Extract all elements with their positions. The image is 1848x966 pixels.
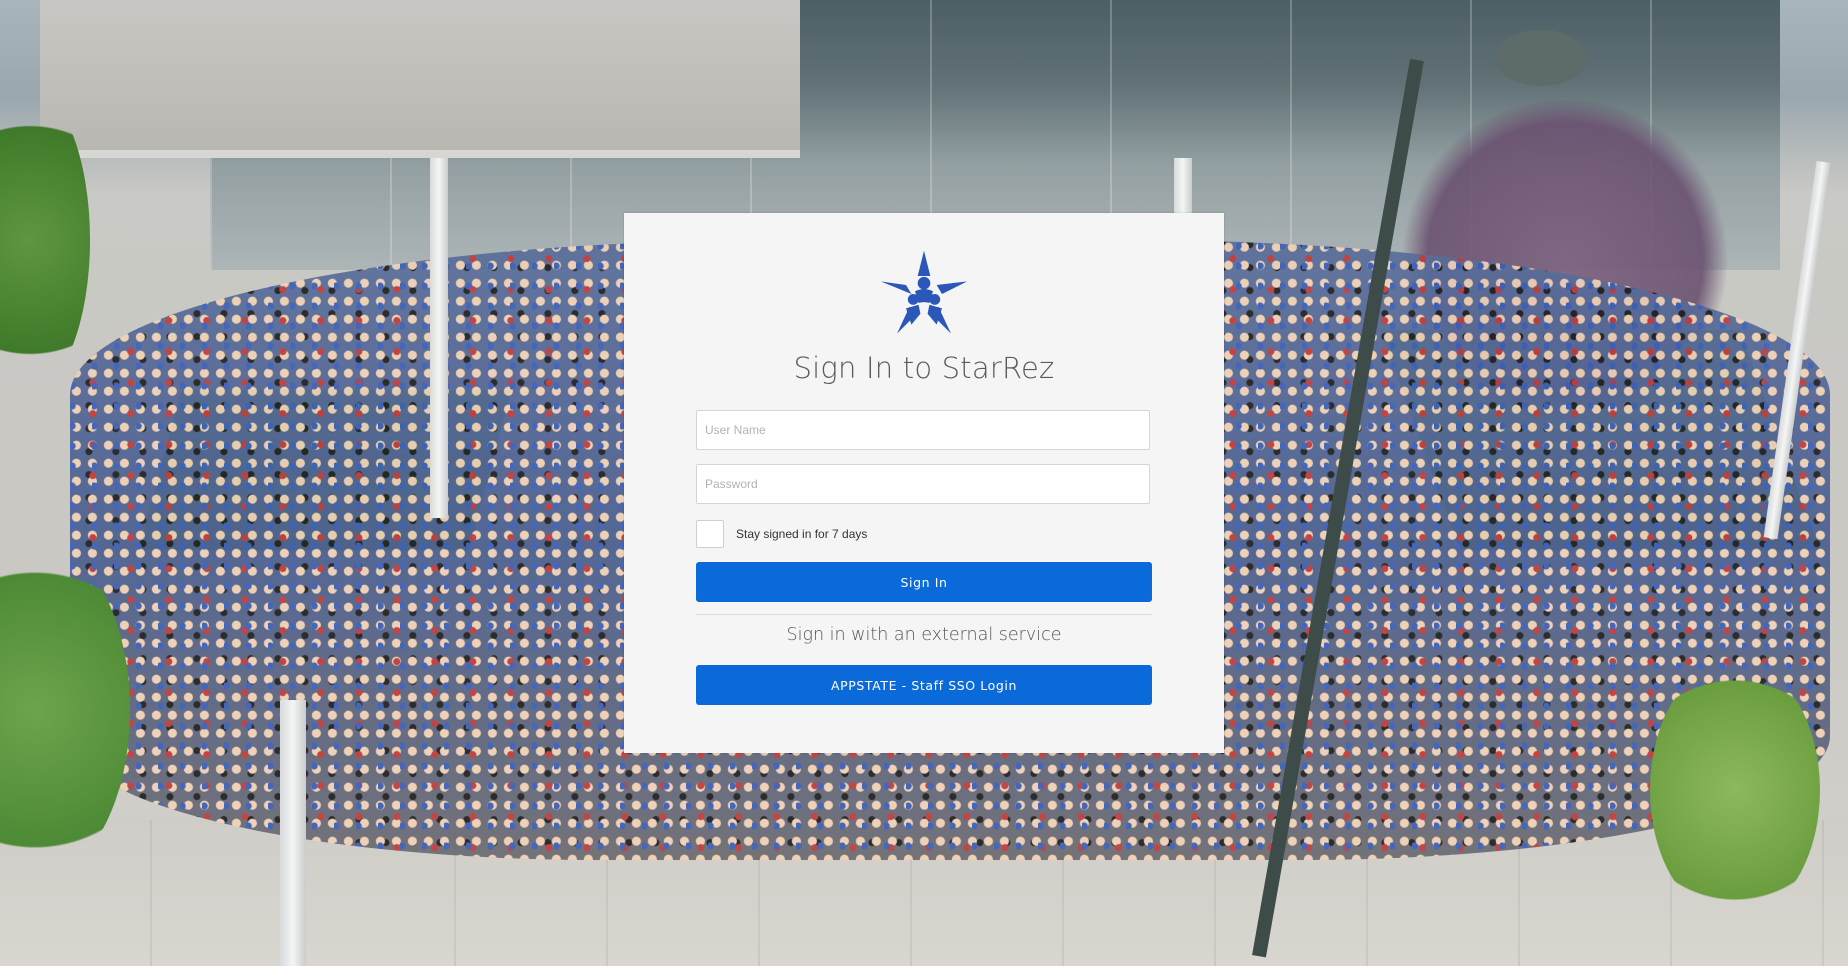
- remember-me-label: Stay signed in for 7 days: [736, 527, 868, 541]
- background-pole: [1174, 158, 1192, 218]
- background-roof: [40, 0, 800, 158]
- background-pole: [280, 700, 306, 966]
- login-page: Sign In to StarRez Stay signed in for 7 …: [0, 0, 1848, 966]
- external-service-heading: Sign in with an external service: [786, 625, 1062, 645]
- sso-login-button[interactable]: APPSTATE - Staff SSO Login: [696, 665, 1152, 705]
- background-lamp-head: [1495, 30, 1587, 86]
- username-input[interactable]: [696, 410, 1150, 450]
- login-card: Sign In to StarRez Stay signed in for 7 …: [624, 213, 1224, 753]
- sign-in-button[interactable]: Sign In: [696, 562, 1152, 602]
- remember-me-checkbox[interactable]: [696, 520, 724, 548]
- background-tree: [1650, 660, 1820, 920]
- page-title: Sign In to StarRez: [793, 351, 1055, 385]
- password-input[interactable]: [696, 464, 1150, 504]
- divider: [696, 614, 1152, 615]
- background-pole: [430, 158, 448, 518]
- starrez-logo-icon: [880, 250, 968, 334]
- remember-me-row: Stay signed in for 7 days: [696, 519, 867, 549]
